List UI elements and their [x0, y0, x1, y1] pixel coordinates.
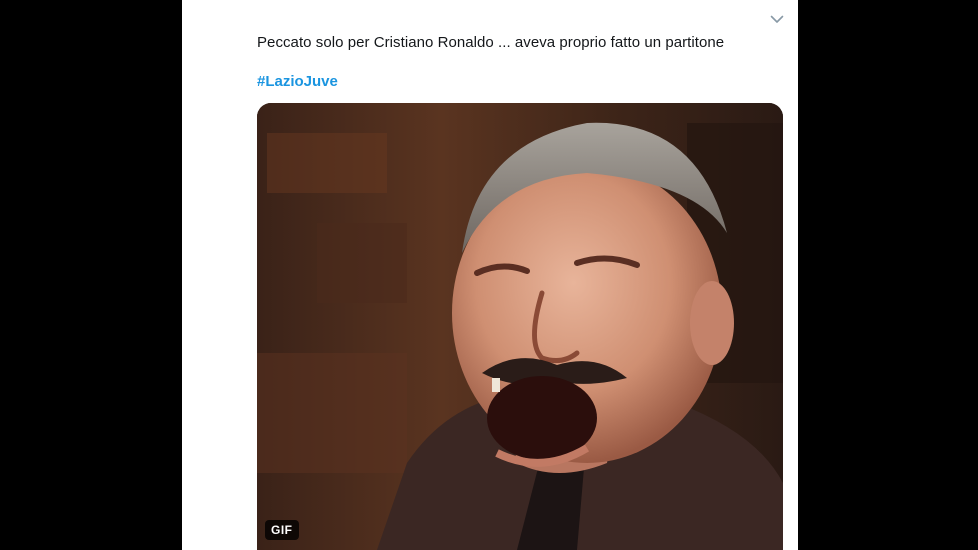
tweet-more-button[interactable] [768, 12, 786, 26]
hashtag-link[interactable]: #LazioJuve [257, 73, 338, 90]
tweet-card: Peccato solo per Cristiano Ronaldo ... a… [182, 0, 798, 550]
gif-badge: GIF [265, 520, 299, 540]
video-frame: Peccato solo per Cristiano Ronaldo ... a… [0, 0, 978, 550]
tweet-text: Peccato solo per Cristiano Ronaldo ... a… [257, 34, 725, 51]
tweet-gif-media[interactable]: GIF [257, 103, 783, 550]
gif-image [257, 103, 783, 550]
chevron-down-icon [770, 15, 784, 23]
